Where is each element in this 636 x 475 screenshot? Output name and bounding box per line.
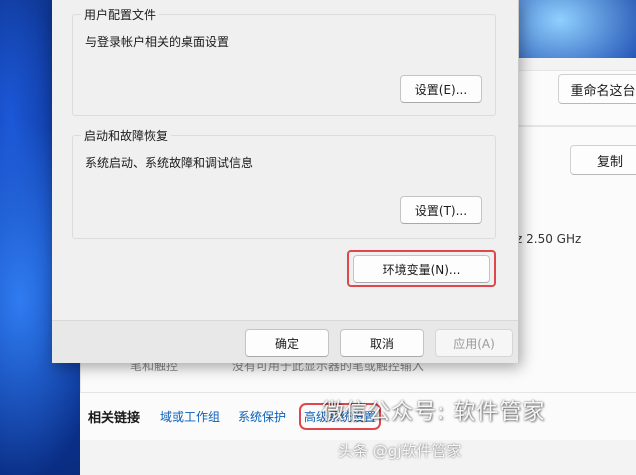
rename-pc-button[interactable]: 重命名这台 xyxy=(558,74,636,104)
startup-recovery-group: 启动和故障恢复 系统启动、系统故障和调试信息 设置(T)... xyxy=(72,127,496,239)
environment-variables-button[interactable]: 环境变量(N)... xyxy=(353,255,490,283)
processor-speed: z 2.50 GHz xyxy=(516,232,582,246)
startup-recovery-label: 启动和故障恢复 xyxy=(81,127,172,144)
startup-recovery-settings-button[interactable]: 设置(T)... xyxy=(400,196,482,224)
apply-button[interactable]: 应用(A) xyxy=(435,329,513,357)
copy-button[interactable]: 复制 xyxy=(570,145,636,175)
related-links-title: 相关链接 xyxy=(88,411,141,426)
cancel-button[interactable]: 取消 xyxy=(340,329,424,357)
user-profiles-description: 与登录帐户相关的桌面设置 xyxy=(85,35,230,49)
user-profiles-label: 用户配置文件 xyxy=(81,6,160,23)
system-protection-link[interactable]: 系统保护 xyxy=(238,408,286,425)
watermark-wechat: 微信公众号: 软件管家 xyxy=(322,400,546,425)
ok-button[interactable]: 确定 xyxy=(245,329,329,357)
user-profiles-settings-button[interactable]: 设置(E)... xyxy=(400,75,482,103)
dialog-footer: 确定 取消 应用(A) xyxy=(52,320,518,363)
system-properties-dialog: 用户配置文件 与登录帐户相关的桌面设置 设置(E)... 启动和故障恢复 系统启… xyxy=(52,0,519,363)
startup-recovery-description: 系统启动、系统故障和调试信息 xyxy=(85,156,254,170)
watermark-toutiao: 头条 @gj软件管家 xyxy=(338,442,462,460)
user-profiles-group: 用户配置文件 与登录帐户相关的桌面设置 设置(E)... xyxy=(72,6,496,116)
domain-workgroup-link[interactable]: 域或工作组 xyxy=(160,408,220,425)
